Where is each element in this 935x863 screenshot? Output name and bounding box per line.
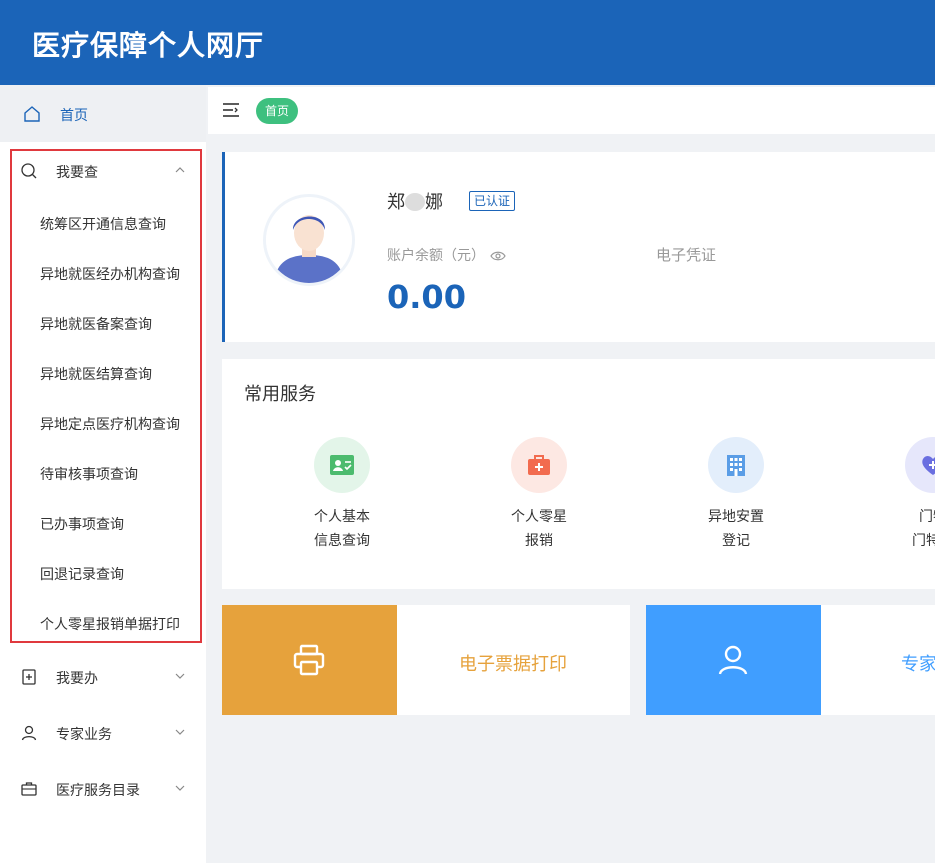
chevron-down-icon <box>174 667 186 679</box>
service-special-outpatient[interactable]: 门特 门特病 <box>873 437 935 553</box>
sidebar-subitem[interactable]: 统筹区开通信息查询 <box>40 214 166 234</box>
sidebar-group-label: 我要办 <box>56 671 98 687</box>
sidebar-subitem[interactable]: 个人零星报销单据打印 <box>40 614 180 634</box>
sidebar-group-label: 医疗服务目录 <box>56 783 140 799</box>
sidebar-subitem[interactable]: 回退记录查询 <box>40 564 124 584</box>
balance-label: 账户余额（元） <box>387 248 485 264</box>
service-reimbursement[interactable]: 个人零星 报销 <box>479 437 599 553</box>
service-label: 个人基本 <box>314 509 370 525</box>
chevron-down-icon <box>174 723 186 735</box>
sidebar-subitem[interactable]: 异地定点医疗机构查询 <box>40 414 180 434</box>
tile-icon-block <box>646 605 821 715</box>
tile-label: 电子票据打印 <box>459 654 567 675</box>
chevron-down-icon <box>174 779 186 791</box>
heart-plus-icon <box>905 437 935 493</box>
id-card-icon <box>314 437 370 493</box>
service-label: 门特病 <box>912 533 935 549</box>
service-label: 门特 <box>919 509 935 525</box>
sidebar-subitem[interactable]: 异地就医备案查询 <box>40 314 152 334</box>
printer-icon <box>292 643 326 681</box>
eye-icon[interactable] <box>490 247 506 261</box>
sidebar: 首页 我要查 统筹区开通信息查询 异地就医经办机构查询 异地就医备案查询 异地就… <box>0 85 206 863</box>
tab-home[interactable]: 首页 <box>256 98 299 124</box>
sidebar-group-label: 专家业务 <box>56 727 112 743</box>
section-title: 常用服务 <box>244 384 316 405</box>
tile-expert[interactable]: 专家 <box>646 605 935 715</box>
briefcase-icon <box>20 780 38 798</box>
masked-char <box>405 193 425 211</box>
common-services-card: 常用服务 个人基本 信息查询 个人零星 报销 异地安置 登记 门特 门特病 <box>222 359 935 589</box>
add-document-icon <box>20 668 38 686</box>
verified-badge: 已认证 <box>469 191 516 211</box>
avatar <box>263 194 355 286</box>
tile-label: 专家 <box>901 654 935 675</box>
top-header: 医疗保障个人网厅 <box>0 0 935 85</box>
sidebar-group-handle[interactable]: 我要办 <box>0 653 206 701</box>
service-personal-info[interactable]: 个人基本 信息查询 <box>282 437 402 553</box>
menu-toggle-icon[interactable] <box>222 102 240 118</box>
user-name-last: 娜 <box>425 192 443 213</box>
sidebar-group-expert[interactable]: 专家业务 <box>0 709 206 757</box>
sidebar-item-home[interactable]: 首页 <box>0 85 206 142</box>
balance-value: 0.00 <box>387 278 466 316</box>
sidebar-subitem[interactable]: 已办事项查询 <box>40 514 124 534</box>
sidebar-subitem[interactable]: 待审核事项查询 <box>40 464 138 484</box>
building-icon <box>708 437 764 493</box>
service-relocation[interactable]: 异地安置 登记 <box>676 437 796 553</box>
sidebar-item-label: 首页 <box>60 108 88 124</box>
sidebar-subitem[interactable]: 异地就医经办机构查询 <box>40 264 180 284</box>
sidebar-group-catalog[interactable]: 医疗服务目录 <box>0 765 206 813</box>
tile-icon-block <box>222 605 397 715</box>
medical-kit-icon <box>511 437 567 493</box>
sidebar-subitem[interactable]: 异地就医结算查询 <box>40 364 152 384</box>
person-icon <box>717 644 749 680</box>
service-label: 信息查询 <box>314 533 370 549</box>
user-info-card: 郑娜 已认证 账户余额（元） 电子凭证 0.00 <box>222 152 935 342</box>
user-icon <box>20 724 38 742</box>
service-label: 异地安置 <box>708 509 764 525</box>
tile-e-invoice-print[interactable]: 电子票据打印 <box>222 605 630 715</box>
home-icon <box>22 104 42 124</box>
service-label: 个人零星 <box>511 509 567 525</box>
user-name-first: 郑 <box>387 192 405 213</box>
tab-strip: 首页 <box>208 87 935 134</box>
app-title: 医疗保障个人网厅 <box>32 29 265 62</box>
credential-label[interactable]: 电子凭证 <box>656 244 716 265</box>
service-label: 登记 <box>722 533 750 549</box>
user-name: 郑娜 <box>387 188 443 214</box>
service-label: 报销 <box>525 533 553 549</box>
